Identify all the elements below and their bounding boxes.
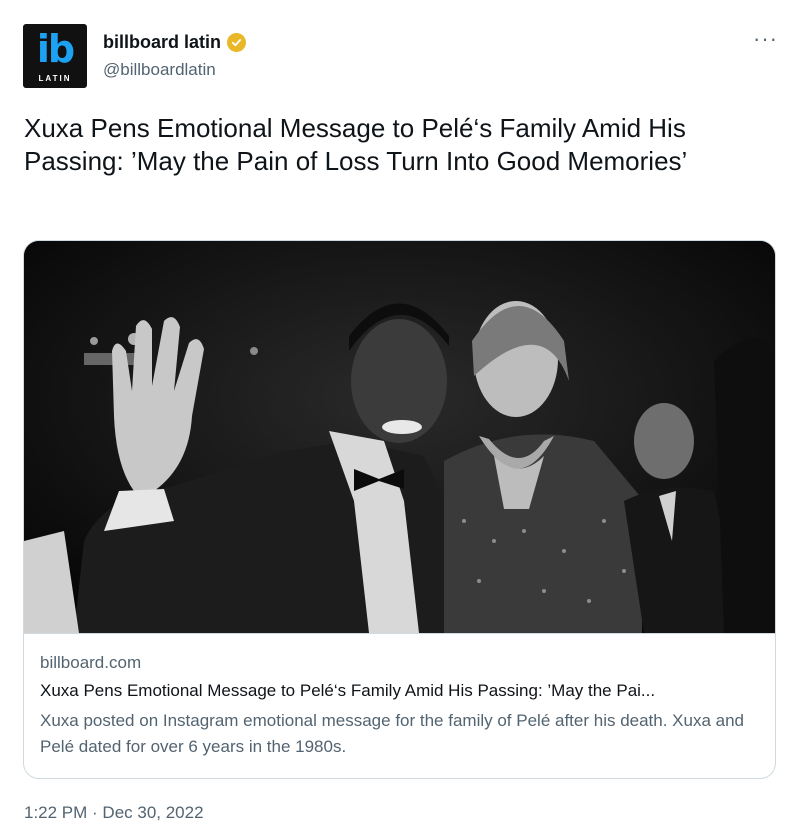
name-row: billboard latin — [103, 32, 247, 53]
display-name[interactable]: billboard latin — [103, 32, 221, 53]
avatar-logo-subtext: LATIN — [38, 74, 72, 83]
verified-badge-icon — [227, 33, 247, 52]
photo-icon — [24, 241, 775, 633]
avatar-logo: ib — [36, 27, 75, 71]
more-options-icon[interactable]: ··· — [753, 28, 778, 50]
avatar[interactable]: ib LATIN — [23, 24, 87, 88]
card-meta: billboard.com Xuxa Pens Emotional Messag… — [24, 633, 775, 778]
card-image[interactable] — [24, 241, 775, 633]
tweet-timestamp[interactable]: 1:22 PM · Dec 30, 2022 — [24, 803, 204, 823]
link-card[interactable]: billboard.com Xuxa Pens Emotional Messag… — [23, 240, 776, 779]
card-description: Xuxa posted on Instagram emotional messa… — [40, 711, 745, 756]
user-handle[interactable]: @billboardlatin — [103, 60, 216, 80]
tweet-header: ib LATIN billboard latin @billboardlatin… — [23, 24, 780, 94]
card-title[interactable]: Xuxa Pens Emotional Message to Pelé‘s Fa… — [40, 681, 760, 701]
card-domain[interactable]: billboard.com — [40, 653, 141, 673]
tweet: ib LATIN billboard latin @billboardlatin… — [0, 0, 800, 831]
tweet-text: Xuxa Pens Emotional Message to Pelé‘s Fa… — [24, 113, 688, 176]
